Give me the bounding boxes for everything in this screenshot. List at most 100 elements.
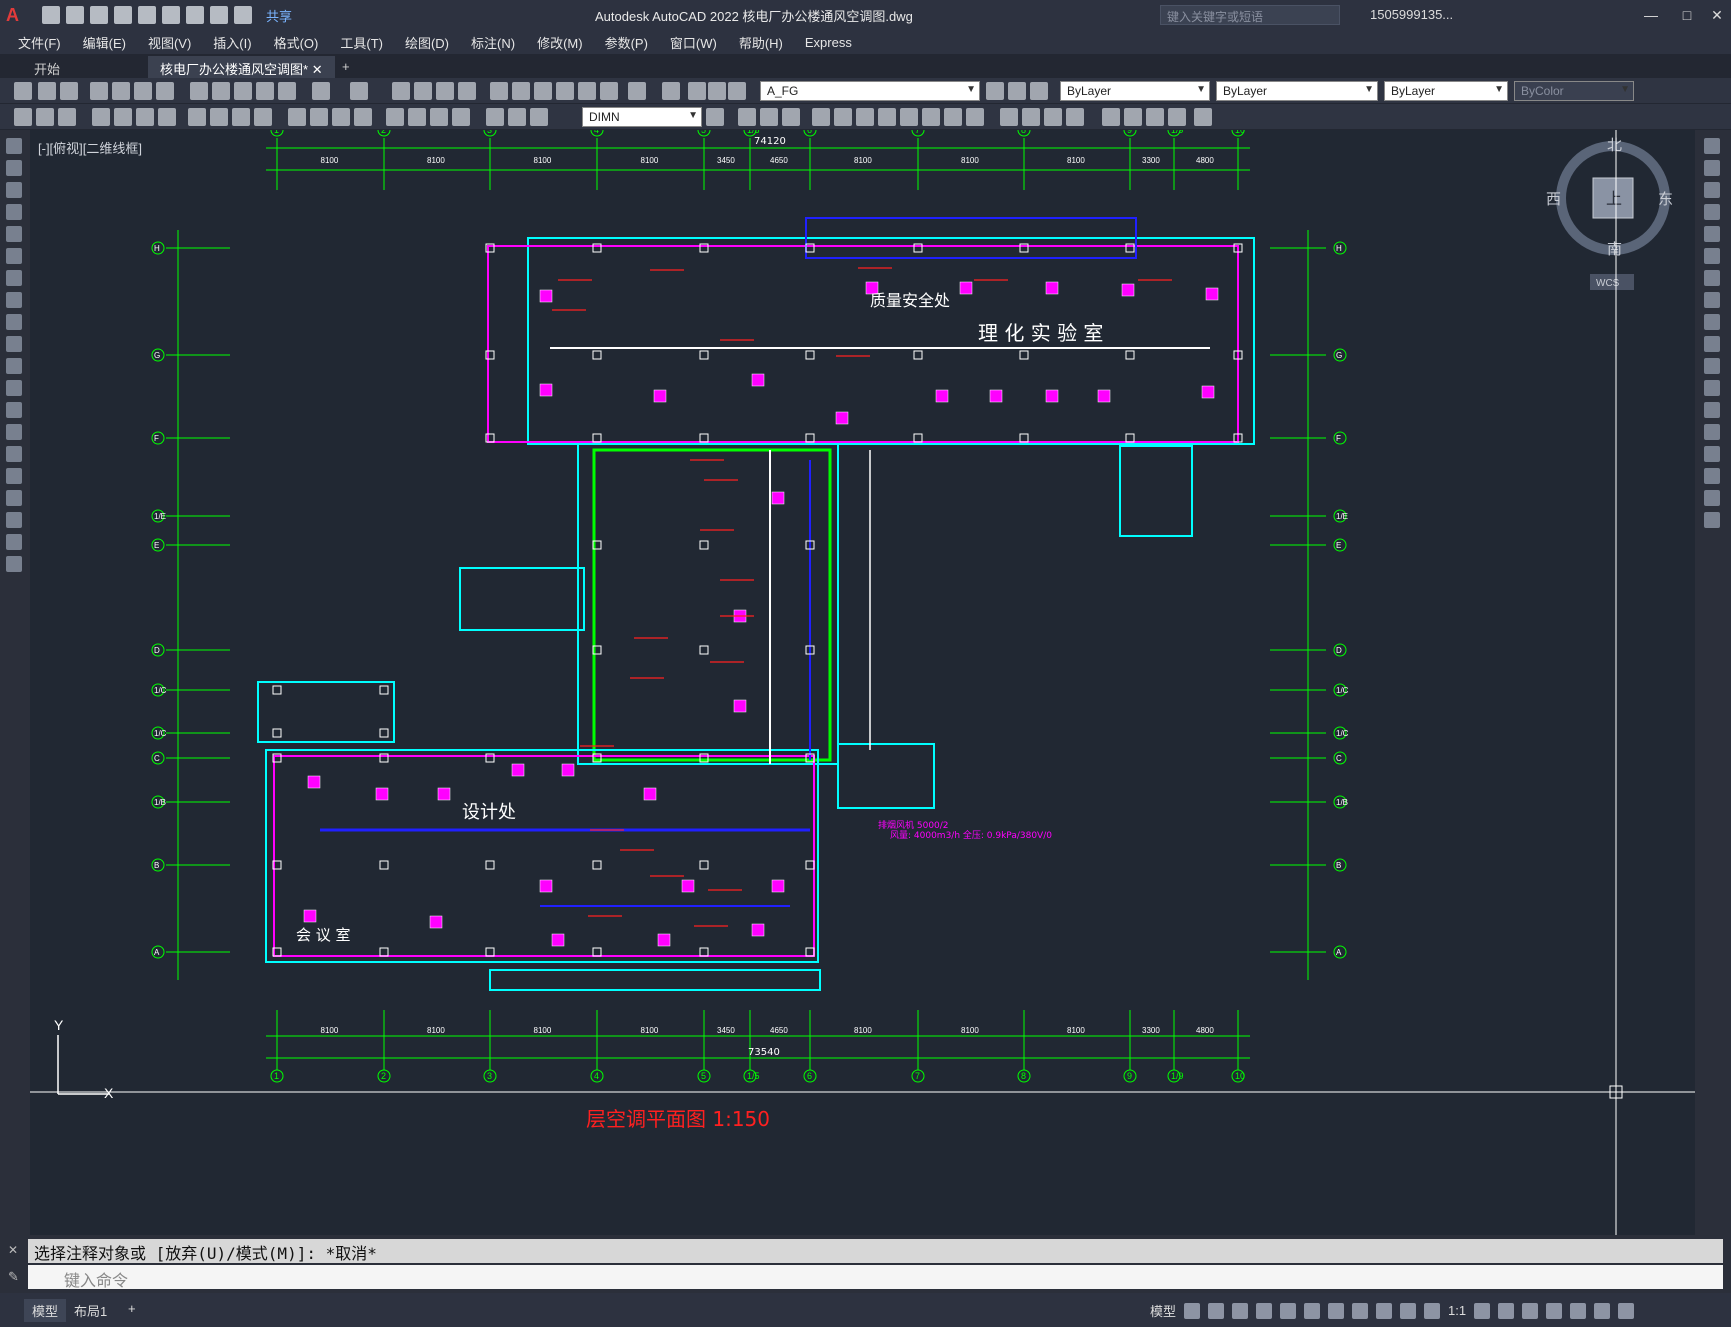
erase-icon[interactable] <box>1704 138 1720 154</box>
polygon-icon[interactable] <box>6 204 22 220</box>
autocad-logo-icon[interactable]: A <box>6 4 28 26</box>
lineweight-combo[interactable]: ByLayer ▼ <box>1384 81 1508 101</box>
fillet-icon[interactable] <box>1704 468 1720 484</box>
explode-icon[interactable] <box>1704 512 1720 528</box>
jogged-linear-icon[interactable] <box>452 108 470 126</box>
paste-icon[interactable] <box>234 82 252 100</box>
zoom-previous-icon[interactable] <box>458 82 476 100</box>
command-input[interactable]: 键入命令 <box>28 1265 1723 1290</box>
trim-icon[interactable] <box>900 108 918 126</box>
workspace-gear-icon[interactable] <box>1474 1302 1491 1319</box>
bring-front-icon[interactable] <box>1124 108 1142 126</box>
menu-parametric[interactable]: 参数(P) <box>605 33 648 52</box>
user-account[interactable]: 1505999135... <box>1370 7 1453 22</box>
annotation-monitor-icon[interactable] <box>1498 1302 1515 1319</box>
lineweight-icon[interactable] <box>1352 1302 1369 1319</box>
layer-previous-icon[interactable] <box>1008 82 1026 100</box>
publish-icon[interactable] <box>134 82 152 100</box>
polar-icon[interactable] <box>1256 1302 1273 1319</box>
new-file-icon[interactable] <box>42 6 60 24</box>
fillet-icon[interactable] <box>1022 108 1040 126</box>
linear-dimension-icon[interactable] <box>92 108 110 126</box>
diameter-dimension-icon[interactable] <box>232 108 250 126</box>
search-input[interactable]: 键入关键字或短语 <box>1160 5 1340 25</box>
viewcube[interactable]: 上 北 南 东 西 WCS <box>1546 137 1673 290</box>
dimstyle-combo[interactable]: DIMN ▼ <box>582 107 702 127</box>
menu-modify[interactable]: 修改(M) <box>537 33 583 52</box>
customize-icon[interactable]: ✎ <box>8 1269 19 1285</box>
text-front-icon[interactable] <box>1168 108 1186 126</box>
angular-dimension-icon[interactable] <box>254 108 272 126</box>
redo-icon[interactable] <box>350 82 368 100</box>
layer-properties-icon[interactable] <box>662 82 680 100</box>
menu-window[interactable]: 窗口(W) <box>670 33 717 52</box>
scale-icon[interactable] <box>1704 292 1720 308</box>
ucs-world-icon[interactable] <box>36 108 54 126</box>
help-icon[interactable] <box>628 82 646 100</box>
join-icon[interactable] <box>966 108 984 126</box>
tab-start[interactable]: 开始 <box>22 56 72 78</box>
block-editor-icon[interactable] <box>278 82 296 100</box>
markup-icon[interactable] <box>578 82 596 100</box>
units-icon[interactable] <box>1522 1302 1539 1319</box>
plot-icon[interactable] <box>90 82 108 100</box>
drawing-canvas[interactable]: 1 1 2 2 3 3 4 4 5 5 1/5 1/5 6 6 7 7 8 8 9 9 1/9 1/9 10 10 H H G G F F… <box>30 130 1695 1235</box>
pan-icon[interactable] <box>392 82 410 100</box>
break-icon[interactable] <box>1704 402 1720 418</box>
plot-icon[interactable] <box>186 6 204 24</box>
color-combo[interactable]: ByLayer ▼ <box>1060 81 1210 101</box>
copy-icon[interactable] <box>1704 160 1720 176</box>
grid-icon[interactable] <box>1184 1302 1201 1319</box>
draworder-icon[interactable] <box>1102 108 1120 126</box>
offset-icon[interactable] <box>782 108 800 126</box>
send-back-icon[interactable] <box>1146 108 1164 126</box>
undo-icon[interactable] <box>210 6 228 24</box>
add-selected-icon[interactable] <box>6 556 22 572</box>
point-icon[interactable] <box>6 424 22 440</box>
rotate-icon[interactable] <box>1704 270 1720 286</box>
trim-icon[interactable] <box>1704 336 1720 352</box>
chamfer-icon[interactable] <box>1704 446 1720 462</box>
cut-icon[interactable] <box>190 82 208 100</box>
stretch-icon[interactable] <box>1704 314 1720 330</box>
radius-dimension-icon[interactable] <box>188 108 206 126</box>
new-tab-button[interactable]: + <box>330 56 362 78</box>
close-command-icon[interactable]: ✕ <box>8 1243 18 1257</box>
array-icon[interactable] <box>1704 226 1720 242</box>
qnew-icon[interactable] <box>14 82 32 100</box>
blend-curves-icon[interactable] <box>1704 490 1720 506</box>
dimension-space-icon[interactable] <box>354 108 372 126</box>
offset-icon[interactable] <box>1704 204 1720 220</box>
tab-model[interactable]: 模型 <box>24 1299 67 1322</box>
ucs-previous-icon[interactable] <box>58 108 76 126</box>
continue-dimension-icon[interactable] <box>332 108 350 126</box>
ellipse-icon[interactable] <box>6 336 22 352</box>
annotation-scale[interactable]: 1:1 <box>1448 1303 1466 1318</box>
menu-format[interactable]: 格式(O) <box>274 33 319 52</box>
transparency-icon[interactable] <box>1376 1302 1393 1319</box>
layer-on-icon[interactable] <box>688 82 706 100</box>
maximize-icon[interactable]: □ <box>1676 4 1698 26</box>
inspection-icon[interactable] <box>430 108 448 126</box>
model-space-toggle[interactable]: 模型 <box>1150 1301 1176 1320</box>
share-button[interactable]: 共享 <box>266 6 292 25</box>
close-icon[interactable]: ✕ <box>1706 4 1728 26</box>
isodraft-icon[interactable] <box>1280 1302 1297 1319</box>
tool-palettes-icon[interactable] <box>534 82 552 100</box>
plot-preview-icon[interactable] <box>112 82 130 100</box>
ucs-icon[interactable] <box>14 108 32 126</box>
chamfer-icon[interactable] <box>1000 108 1018 126</box>
menu-tools[interactable]: 工具(T) <box>340 33 383 52</box>
polyline-icon[interactable] <box>6 182 22 198</box>
region-icon[interactable] <box>6 490 22 506</box>
snap-icon[interactable] <box>1208 1302 1225 1319</box>
annotation-visibility-icon[interactable] <box>1400 1302 1417 1319</box>
rotate-icon[interactable] <box>834 108 852 126</box>
customization-icon[interactable] <box>1618 1302 1635 1319</box>
menu-edit[interactable]: 编辑(E) <box>83 33 126 52</box>
layer-state-icon[interactable] <box>1030 82 1048 100</box>
line-icon[interactable] <box>6 138 22 154</box>
menu-insert[interactable]: 插入(I) <box>213 33 251 52</box>
ordinate-dimension-icon[interactable] <box>158 108 176 126</box>
minimize-icon[interactable]: — <box>1640 4 1662 26</box>
